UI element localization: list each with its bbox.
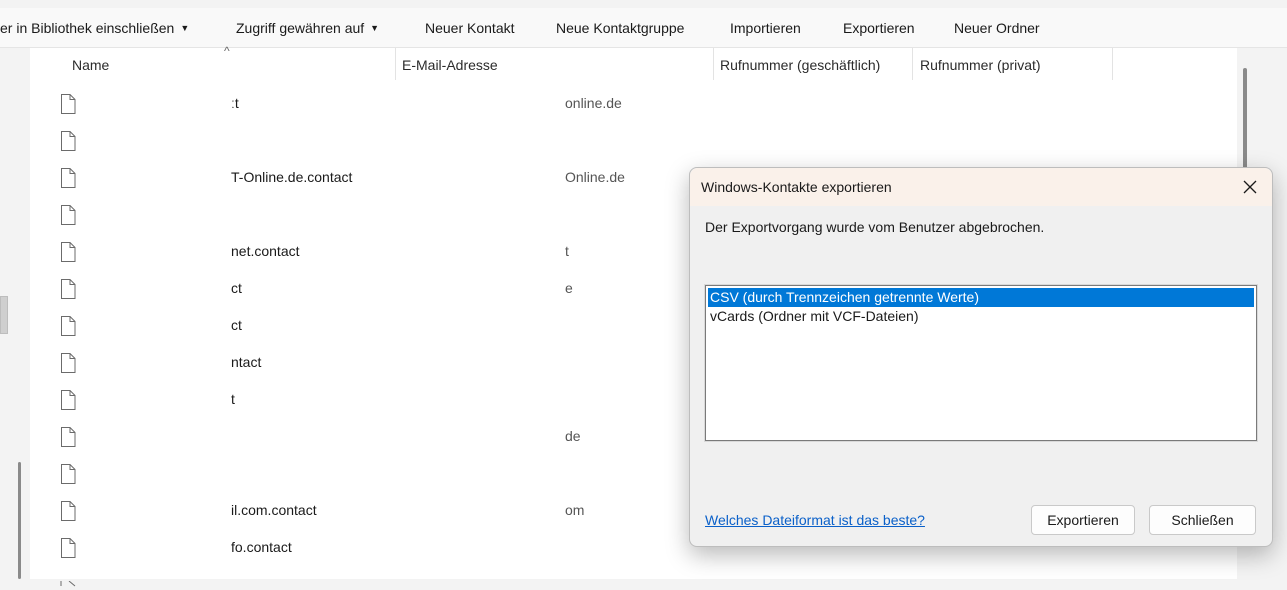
- format-option-csv[interactable]: CSV (durch Trennzeichen getrennte Werte): [708, 288, 1254, 307]
- column-header-business-phone[interactable]: Rufnummer (geschäftlich): [720, 57, 880, 73]
- new-contact-button[interactable]: Neuer Kontakt: [425, 20, 515, 36]
- format-option-vcard[interactable]: vCards (Ordner mit VCF-Dateien): [708, 307, 1254, 326]
- list-item[interactable]: [30, 127, 1237, 164]
- contact-name: t: [231, 391, 235, 407]
- column-divider[interactable]: [912, 48, 913, 80]
- column-header-email[interactable]: E-Mail-Adresse: [402, 57, 498, 73]
- contact-email: t: [565, 243, 569, 259]
- contact-file-icon: [60, 316, 76, 336]
- column-header-name[interactable]: Name: [72, 57, 109, 73]
- contact-file-icon: [60, 242, 76, 262]
- chevron-down-icon: ▼: [180, 23, 190, 33]
- contact-name: ct: [231, 317, 242, 333]
- command-bar: er in Bibliothek einschließen ▼ Zugriff g…: [0, 8, 1287, 48]
- file-format-help-link[interactable]: Welches Dateiformat ist das beste?: [705, 512, 925, 528]
- contact-file-icon: [60, 94, 76, 114]
- contact-email: de: [565, 428, 581, 444]
- contact-email: Online.de: [565, 169, 625, 185]
- navigation-scroll-thumb[interactable]: [0, 296, 8, 334]
- list-item[interactable]: ːt online.de: [30, 90, 1237, 127]
- grant-access-label: Zugriff gewähren auf: [236, 20, 365, 36]
- new-contact-group-button[interactable]: Neue Kontaktgruppe: [556, 20, 684, 36]
- file-icon: [60, 574, 76, 590]
- contact-name: ntact: [231, 354, 262, 370]
- close-button[interactable]: Schließen: [1149, 505, 1256, 535]
- contact-file-icon: [60, 279, 76, 299]
- dialog-title-bar[interactable]: Windows-Kontakte exportieren: [690, 168, 1272, 206]
- contact-email: e: [565, 280, 573, 296]
- contact-name: il.com.contact: [231, 502, 317, 518]
- include-in-library-menu[interactable]: er in Bibliothek einschließen ▼: [0, 20, 189, 36]
- contact-name: T-Online.de.contact: [231, 169, 353, 185]
- navigation-scrollbar[interactable]: [18, 462, 21, 579]
- export-button[interactable]: Exportieren: [843, 20, 915, 36]
- contact-file-icon: [60, 538, 76, 558]
- format-listbox[interactable]: CSV (durch Trennzeichen getrennte Werte)…: [704, 284, 1258, 442]
- include-in-library-label: er in Bibliothek einschließen: [0, 20, 175, 36]
- contact-file-icon: [60, 501, 76, 521]
- grant-access-menu[interactable]: Zugriff gewähren auf ▼: [236, 20, 379, 36]
- new-folder-button[interactable]: Neuer Ordner: [954, 20, 1040, 36]
- contact-file-icon: [60, 168, 76, 188]
- sort-ascending-icon: ^: [224, 44, 230, 58]
- contact-name: net.contact: [231, 243, 300, 259]
- list-scrollbar[interactable]: [1243, 68, 1247, 176]
- contact-name: ːt: [231, 95, 239, 111]
- status-message: Der Exportvorgang wurde vom Benutzer abg…: [705, 219, 1045, 235]
- contact-file-icon: [60, 131, 76, 151]
- contact-file-icon: [60, 205, 76, 225]
- dialog-title: Windows-Kontakte exportieren: [701, 179, 892, 195]
- contact-email: online.de: [565, 95, 622, 111]
- column-divider[interactable]: [395, 48, 396, 80]
- export-dialog: Windows-Kontakte exportieren Der Exportv…: [689, 167, 1273, 547]
- navigation-pane-edge: [0, 48, 10, 579]
- close-icon[interactable]: [1238, 175, 1262, 199]
- contact-name: fo.contact: [231, 539, 292, 555]
- import-button[interactable]: Importieren: [730, 20, 801, 36]
- contact-file-icon: [60, 353, 76, 373]
- contact-file-icon: [60, 427, 76, 447]
- column-divider[interactable]: [713, 48, 714, 80]
- chevron-down-icon: ▼: [370, 23, 380, 33]
- contact-file-icon: [60, 390, 76, 410]
- column-divider[interactable]: [1112, 48, 1113, 80]
- contact-email: om: [565, 502, 585, 518]
- column-header-private-phone[interactable]: Rufnummer (privat): [920, 57, 1041, 73]
- contact-name: ct: [231, 280, 242, 296]
- contact-file-icon: [60, 464, 76, 484]
- export-button[interactable]: Exportieren: [1031, 505, 1135, 535]
